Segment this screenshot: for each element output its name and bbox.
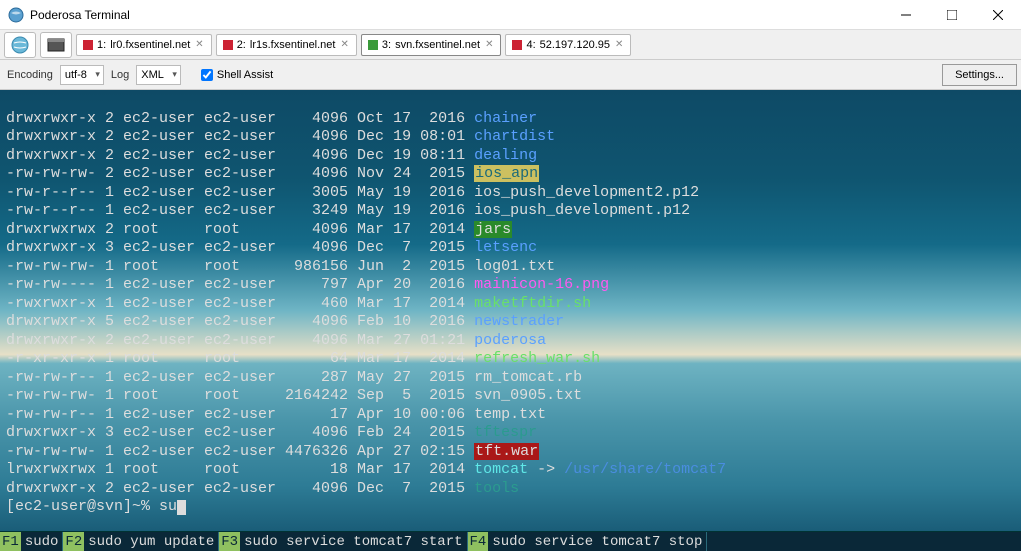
tab-close-icon[interactable]: ✕ [194,39,204,50]
file-row: -rw-rw-rw- 1 root root 2164242 Sep 5 201… [6,387,1015,406]
file-row: -rw-rw-rw- 1 root root 986156 Jun 2 2015… [6,258,1015,277]
file-row: -rw-rw-rw- 1 ec2-user ec2-user 4476326 A… [6,443,1015,462]
file-row: -rw-rw-rw- 2 ec2-user ec2-user 4096 Nov … [6,165,1015,184]
tab-number: 3: [382,39,391,51]
tab-close-icon[interactable]: ✕ [484,39,494,50]
tab-number: 4: [526,39,535,51]
fkey-F2[interactable]: F2sudo yum update [63,532,219,551]
tab-status-icon [83,40,93,50]
tab-number: 2: [237,39,246,51]
tab-status-icon [512,40,522,50]
shell-assist-checkbox[interactable]: Shell Assist [201,69,273,81]
tab-status-icon [223,40,233,50]
tab-bar: 1: lr0.fxsentinel.net ✕ 2: lr1s.fxsentinel.n… [0,30,1021,60]
log-select[interactable]: XML [136,65,181,85]
file-row: -rw-rw-r-- 1 ec2-user ec2-user 287 May 2… [6,369,1015,388]
toolbar: Encoding utf-8 Log XML Shell Assist Sett… [0,60,1021,90]
function-keys: F1sudoF2sudo yum updateF3sudo service to… [0,531,1021,551]
tab-lr1s.fxsentinel.net[interactable]: 2: lr1s.fxsentinel.net✕ [216,34,357,56]
encoding-select[interactable]: utf-8 [60,65,104,85]
file-row: -rwxrwxr-x 1 ec2-user ec2-user 460 Mar 1… [6,295,1015,314]
file-row: drwxrwxr-x 2 ec2-user ec2-user 4096 Dec … [6,128,1015,147]
cursor [177,500,186,515]
tab-label: svn.fxsentinel.net [395,39,480,51]
terminal-icon-button[interactable] [40,32,72,58]
close-button[interactable] [975,0,1021,30]
tab-label: lr1s.fxsentinel.net [250,39,336,51]
titlebar: Poderosa Terminal [0,0,1021,30]
prompt: [ec2-user@svn]~% [6,498,159,515]
file-row: -rw-rw-r-- 1 ec2-user ec2-user 17 Apr 10… [6,406,1015,425]
file-row: -rw-rw---- 1 ec2-user ec2-user 797 Apr 2… [6,276,1015,295]
tab-label: 52.197.120.95 [540,39,610,51]
log-label: Log [108,69,132,81]
file-row: drwxrwxr-x 2 ec2-user ec2-user 4096 Dec … [6,480,1015,499]
globe-icon-button[interactable] [4,32,36,58]
file-row: -rw-r--r-- 1 ec2-user ec2-user 3005 May … [6,184,1015,203]
maximize-button[interactable] [929,0,975,30]
tab-close-icon[interactable]: ✕ [614,39,624,50]
tab-close-icon[interactable]: ✕ [339,39,349,50]
file-row: drwxrwxr-x 3 ec2-user ec2-user 4096 Feb … [6,424,1015,443]
file-row: drwxrwxr-x 2 ec2-user ec2-user 4096 Oct … [6,110,1015,129]
tab-status-icon [368,40,378,50]
file-row: drwxrwxr-x 5 ec2-user ec2-user 4096 Feb … [6,313,1015,332]
file-row: drwxrwxr-x 2 ec2-user ec2-user 4096 Dec … [6,147,1015,166]
tab-label: lr0.fxsentinel.net [110,39,190,51]
file-row: drwxrwxr-x 3 ec2-user ec2-user 4096 Dec … [6,239,1015,258]
fkey-F3[interactable]: F3sudo service tomcat7 start [219,532,467,551]
fkey-F1[interactable]: F1sudo [0,532,63,551]
tab-52.197.120.95[interactable]: 4: 52.197.120.95 ✕ [505,34,631,56]
file-row: -rw-r--r-- 1 ec2-user ec2-user 3249 May … [6,202,1015,221]
prompt-input: su [159,498,177,515]
fkey-F4[interactable]: F4sudo service tomcat7 stop [468,532,708,551]
terminal-output[interactable]: drwxrwxr-x 2 ec2-user ec2-user 4096 Oct … [0,90,1021,531]
file-row: lrwxrwxrwx 1 root root 18 Mar 17 2014 to… [6,461,1015,480]
encoding-label: Encoding [4,69,56,81]
file-row: -r-xr-xr-x 1 root root 64 Mar 17 2014 re… [6,350,1015,369]
tab-svn.fxsentinel.net[interactable]: 3: svn.fxsentinel.net ✕ [361,34,502,56]
file-row: drwxrwxrwx 2 root root 4096 Mar 17 2014 … [6,221,1015,240]
file-row: drwxrwxr-x 2 ec2-user ec2-user 4096 Mar … [6,332,1015,351]
settings-button[interactable]: Settings... [942,64,1017,86]
app-icon [8,7,24,23]
tab-number: 1: [97,39,106,51]
tab-lr0.fxsentinel.net[interactable]: 1: lr0.fxsentinel.net ✕ [76,34,212,56]
window-title: Poderosa Terminal [30,8,130,22]
minimize-button[interactable] [883,0,929,30]
